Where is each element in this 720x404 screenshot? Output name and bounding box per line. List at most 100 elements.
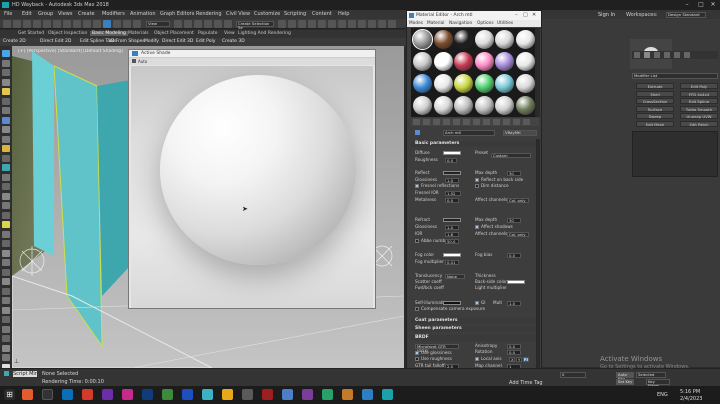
app-icon-3[interactable] bbox=[62, 389, 73, 400]
sheen-parameters-header[interactable]: Sheen parameters bbox=[411, 326, 539, 332]
reflect-back-checkbox[interactable] bbox=[475, 178, 479, 182]
left-tool-11-icon[interactable] bbox=[2, 145, 10, 152]
rotate-icon[interactable] bbox=[113, 20, 121, 28]
modifier-button-turbo-smooth[interactable]: Turbo Smooth bbox=[680, 105, 718, 112]
modify-tab-icon[interactable] bbox=[644, 52, 650, 58]
material-slot-17[interactable] bbox=[495, 74, 514, 93]
undo-icon[interactable] bbox=[3, 20, 11, 28]
left-tool-1-icon[interactable] bbox=[2, 50, 10, 57]
left-tool-13-icon[interactable] bbox=[2, 164, 10, 171]
language-indicator[interactable]: ENG bbox=[657, 392, 668, 398]
material-slot-5[interactable] bbox=[495, 30, 514, 49]
left-tool-32-icon[interactable] bbox=[2, 344, 10, 352]
mated-tool-10-icon[interactable] bbox=[503, 119, 510, 125]
menu-item-create[interactable]: Create bbox=[78, 11, 95, 17]
left-tool-30-icon[interactable] bbox=[2, 325, 10, 333]
refract-swatch[interactable] bbox=[443, 218, 461, 222]
left-tool-5-icon[interactable] bbox=[2, 88, 10, 95]
create-tab-icon[interactable] bbox=[634, 52, 640, 58]
max-depth-value[interactable]: 30 bbox=[507, 171, 521, 176]
reflect-swatch[interactable] bbox=[443, 171, 461, 175]
sign-in-link[interactable]: Sign In bbox=[598, 12, 615, 18]
region-select-icon[interactable] bbox=[83, 20, 91, 28]
material-slot-4[interactable] bbox=[474, 30, 494, 49]
bind-space-warp-icon[interactable] bbox=[43, 20, 51, 28]
mated-menu-utilities[interactable]: Utilities bbox=[497, 21, 513, 26]
left-tool-31-icon[interactable] bbox=[2, 335, 10, 342]
set-key-button[interactable]: Set Key bbox=[616, 379, 634, 385]
menu-item-scripting[interactable]: Scripting bbox=[284, 11, 306, 17]
fresnel-checkbox[interactable] bbox=[415, 184, 419, 188]
render-iterative-icon[interactable] bbox=[378, 20, 386, 28]
active-shade-window[interactable]: Active Shade Auto ➤ bbox=[128, 49, 376, 309]
ribbon-tab-basic-modeling[interactable]: Basic Modeling bbox=[90, 31, 128, 36]
menu-item-customize[interactable]: Customize bbox=[254, 11, 280, 17]
menu-item-content[interactable]: Content bbox=[312, 11, 332, 17]
left-tool-18-icon[interactable] bbox=[2, 211, 10, 219]
ribbon-subtab-direct-edit-2d[interactable]: Direct Edit 2D bbox=[40, 39, 71, 44]
mated-tool-4-icon[interactable] bbox=[443, 119, 450, 125]
mated-menu-navigation[interactable]: Navigation bbox=[449, 21, 472, 26]
app-icon-9[interactable] bbox=[182, 389, 193, 400]
app-icon-4[interactable] bbox=[82, 389, 93, 400]
material-slot-21[interactable] bbox=[454, 96, 473, 115]
diffuse-swatch[interactable] bbox=[443, 151, 461, 155]
utilities-tab-icon[interactable] bbox=[684, 52, 690, 58]
left-tool-33-icon[interactable] bbox=[2, 354, 10, 361]
app-icon-13[interactable] bbox=[262, 389, 273, 400]
key-mode-dropdown[interactable]: Selected bbox=[636, 372, 666, 378]
mated-menu-options[interactable]: Options bbox=[477, 21, 494, 26]
coat-parameters-header[interactable]: Coat parameters bbox=[411, 318, 539, 324]
edit-named-selections-icon[interactable] bbox=[224, 20, 232, 28]
modifier-button-surface[interactable]: Surface bbox=[636, 105, 674, 112]
menu-item-help[interactable]: Help bbox=[338, 11, 349, 17]
mated-tool-8-icon[interactable] bbox=[483, 119, 490, 125]
local-axis-radio[interactable] bbox=[475, 357, 479, 361]
render-setup-icon[interactable] bbox=[348, 20, 356, 28]
left-tool-21-icon[interactable] bbox=[2, 240, 10, 247]
material-slot-20[interactable] bbox=[433, 96, 453, 115]
app-icon-11[interactable] bbox=[222, 389, 233, 400]
minimize-icon[interactable]: – bbox=[680, 1, 694, 9]
mated-tool-2-icon[interactable] bbox=[423, 119, 430, 125]
material-editor-icon[interactable] bbox=[338, 20, 346, 28]
auto-key-button[interactable]: Auto Key bbox=[616, 372, 634, 381]
affect-shadows-checkbox[interactable] bbox=[475, 225, 479, 229]
left-tool-6-icon[interactable] bbox=[2, 97, 10, 105]
ribbon-tab-get-started[interactable]: Get Started bbox=[18, 31, 44, 36]
ribbon-tab-object-inspection[interactable]: Object Inspection bbox=[48, 31, 87, 36]
app-icon-16[interactable] bbox=[322, 389, 333, 400]
maxscript-listener[interactable]: Script Mini bbox=[13, 371, 37, 377]
translucency-dropdown[interactable]: None bbox=[445, 274, 465, 279]
angle-snap-icon[interactable] bbox=[194, 20, 202, 28]
material-slot-14[interactable] bbox=[433, 74, 453, 93]
fresnel-ior-value[interactable]: 1.52 bbox=[445, 191, 461, 196]
pivot-icon[interactable] bbox=[174, 20, 182, 28]
refract-affect-dropdown[interactable]: Col. only bbox=[507, 232, 529, 237]
left-tool-15-icon[interactable] bbox=[2, 183, 10, 190]
percent-snap-icon[interactable] bbox=[204, 20, 212, 28]
material-slot-15[interactable] bbox=[454, 74, 473, 93]
material-slot-11[interactable] bbox=[495, 52, 514, 71]
motion-tab-icon[interactable] bbox=[664, 52, 670, 58]
brdf-header[interactable]: BRDF bbox=[411, 335, 539, 341]
render-frame[interactable]: ➤ bbox=[131, 66, 373, 308]
left-tool-22-icon[interactable] bbox=[2, 249, 10, 257]
modifier-button-crosssection[interactable]: CrossSection bbox=[636, 98, 674, 104]
axis-x-button[interactable]: X bbox=[509, 357, 515, 362]
app-icon-10[interactable] bbox=[202, 389, 213, 400]
menu-item-animation[interactable]: Animation bbox=[130, 11, 156, 17]
fog-multiplier-value[interactable]: 0.01 bbox=[445, 260, 459, 265]
material-slot-8[interactable] bbox=[433, 52, 453, 71]
material-slot-13[interactable] bbox=[413, 74, 432, 93]
left-tool-7-icon[interactable] bbox=[2, 107, 10, 114]
menu-item-edit[interactable]: Edit bbox=[22, 11, 32, 17]
material-slot-19[interactable] bbox=[413, 96, 432, 115]
key-filters-button[interactable]: Key Filters... bbox=[646, 379, 670, 388]
left-tool-28-icon[interactable] bbox=[2, 306, 10, 314]
left-tool-23-icon[interactable] bbox=[2, 259, 10, 266]
menu-item-graph-editors[interactable]: Graph Editors bbox=[160, 11, 194, 17]
close-icon[interactable]: ✕ bbox=[532, 12, 536, 18]
material-slot-1[interactable] bbox=[412, 29, 433, 50]
close-icon[interactable]: ✕ bbox=[706, 1, 720, 9]
